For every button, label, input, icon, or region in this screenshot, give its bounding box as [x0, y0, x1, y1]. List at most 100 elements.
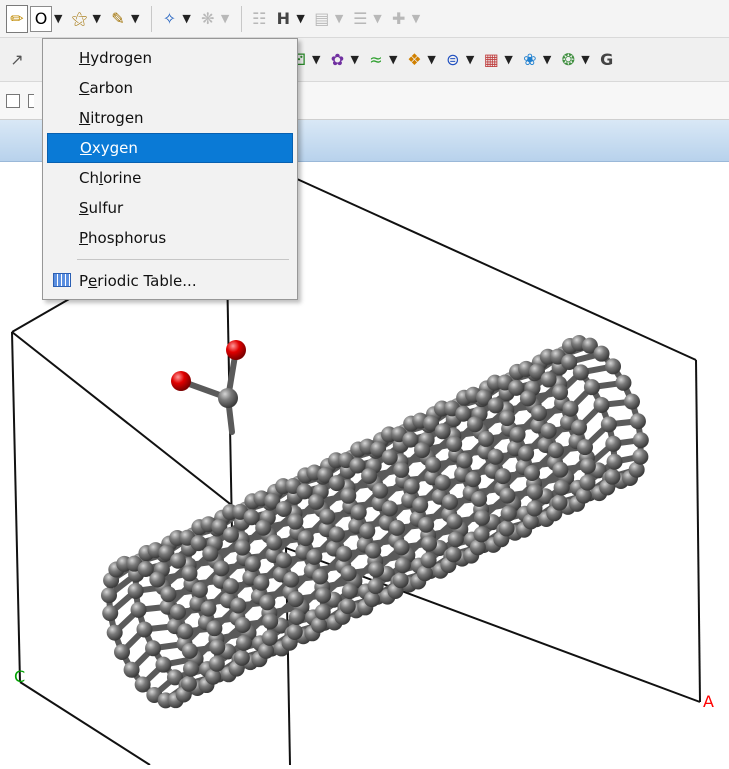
- view-checkbox-2[interactable]: [28, 94, 34, 108]
- build-nanostructure-icon[interactable]: ❀: [519, 46, 541, 74]
- carbon-atom[interactable]: [124, 662, 140, 678]
- sketch-ring-dropdown-arrow[interactable]: ▼: [92, 12, 100, 25]
- carbon-atom[interactable]: [633, 432, 649, 448]
- carbon-atom[interactable]: [421, 552, 437, 568]
- carbon-atom[interactable]: [361, 468, 377, 484]
- carbon-atom[interactable]: [209, 639, 225, 655]
- carbon-atom[interactable]: [394, 539, 410, 555]
- carbon-atom[interactable]: [223, 527, 239, 543]
- carbon-atom[interactable]: [236, 635, 252, 651]
- carbon-atom[interactable]: [230, 598, 246, 614]
- carbon-atom[interactable]: [266, 534, 282, 550]
- carbon-atom[interactable]: [206, 620, 222, 636]
- carbon-atom[interactable]: [577, 439, 593, 455]
- carbon-atom[interactable]: [584, 379, 600, 395]
- carbon-atom[interactable]: [531, 405, 547, 421]
- carbon-atom[interactable]: [262, 613, 278, 629]
- carbon-atom[interactable]: [389, 520, 405, 536]
- element-dropdown-arrow[interactable]: ▼: [54, 12, 62, 25]
- carbon-atom[interactable]: [580, 458, 596, 474]
- align-dropdown-arrow[interactable]: ▼: [335, 12, 343, 25]
- carbon-atom[interactable]: [276, 552, 292, 568]
- carbon-atom[interactable]: [548, 442, 564, 458]
- carbon-atom[interactable]: [192, 582, 208, 598]
- carbon-atom[interactable]: [601, 416, 617, 432]
- carbon-atom[interactable]: [471, 491, 487, 507]
- carbon-atom[interactable]: [527, 484, 543, 500]
- carbon-atom[interactable]: [368, 578, 384, 594]
- build-layer-dropdown-arrow[interactable]: ▼: [389, 53, 397, 66]
- build-amorphous-icon[interactable]: ❂: [557, 46, 579, 74]
- carbon-atom[interactable]: [283, 572, 299, 588]
- carbon-atom[interactable]: [234, 650, 250, 666]
- menu-item-oxygen[interactable]: Oxygen: [47, 133, 293, 163]
- carbon-atom[interactable]: [541, 423, 557, 439]
- build-cluster-dropdown-arrow[interactable]: ▼: [427, 53, 435, 66]
- element-selector-button[interactable]: O: [30, 6, 52, 32]
- carbon-atom[interactable]: [160, 586, 176, 602]
- menu-item-periodic-table[interactable]: Periodic Table...: [47, 266, 293, 296]
- carbon-atom[interactable]: [541, 372, 557, 388]
- carbon-atom[interactable]: [287, 514, 303, 530]
- carbon-atom[interactable]: [145, 640, 161, 656]
- carboxyl-carbon-atom[interactable]: [218, 388, 238, 408]
- carbon-atom[interactable]: [571, 419, 587, 435]
- distribute-icon[interactable]: ☰: [349, 5, 371, 33]
- carbon-atom[interactable]: [552, 384, 568, 400]
- carbon-atom[interactable]: [276, 501, 292, 517]
- build-supercell-icon[interactable]: ▦: [480, 46, 502, 74]
- carbon-atom[interactable]: [510, 427, 526, 443]
- carbon-atom[interactable]: [552, 462, 568, 478]
- carbon-atom[interactable]: [594, 346, 610, 362]
- hybridization-icon[interactable]: ☷: [248, 5, 270, 33]
- menu-item-phosphorus[interactable]: Phosphorus: [47, 223, 293, 253]
- menu-item-nitrogen[interactable]: Nitrogen: [47, 103, 293, 133]
- carbon-atom[interactable]: [448, 531, 464, 547]
- build-crystal-dropdown-arrow[interactable]: ▼: [312, 53, 320, 66]
- build-supercell-dropdown-arrow[interactable]: ▼: [504, 53, 512, 66]
- carbon-atom[interactable]: [446, 436, 462, 452]
- build-polymer-icon[interactable]: ✿: [326, 46, 348, 74]
- carbon-atom[interactable]: [418, 517, 434, 533]
- select-pointer-icon[interactable]: ↗: [6, 46, 28, 74]
- carbon-atom[interactable]: [382, 449, 398, 465]
- build-polymer-dropdown-arrow[interactable]: ▼: [350, 53, 358, 66]
- carbon-atom[interactable]: [315, 604, 331, 620]
- carbon-atom[interactable]: [412, 497, 428, 513]
- adjust-hydrogen-icon[interactable]: H: [272, 5, 294, 33]
- carbon-atom[interactable]: [319, 509, 335, 525]
- menu-item-sulfur[interactable]: Sulfur: [47, 193, 293, 223]
- carbon-atom[interactable]: [372, 483, 388, 499]
- carbon-atom[interactable]: [524, 465, 540, 481]
- carbon-atom[interactable]: [478, 431, 494, 447]
- carbon-atom[interactable]: [552, 495, 568, 511]
- carbon-atom[interactable]: [368, 562, 384, 578]
- build-amorphous-dropdown-arrow[interactable]: ▼: [581, 53, 589, 66]
- carbon-atom[interactable]: [306, 549, 322, 565]
- carbon-atom[interactable]: [520, 390, 536, 406]
- carbon-atom[interactable]: [467, 416, 483, 432]
- clean-geometry-icon[interactable]: ✧: [158, 5, 180, 33]
- carbon-atom[interactable]: [107, 625, 123, 641]
- carbon-atom[interactable]: [435, 475, 451, 491]
- carbon-atom[interactable]: [414, 442, 430, 458]
- carbon-atom[interactable]: [200, 601, 216, 617]
- carbon-atom[interactable]: [234, 540, 250, 556]
- carbon-atom[interactable]: [181, 676, 197, 692]
- carbon-atom[interactable]: [340, 598, 356, 614]
- carbon-atom[interactable]: [607, 454, 623, 470]
- carbon-atom[interactable]: [182, 643, 198, 659]
- carbon-atom[interactable]: [155, 657, 171, 673]
- carbon-atom[interactable]: [329, 526, 345, 542]
- carbon-atom[interactable]: [253, 575, 269, 591]
- carbon-atom[interactable]: [149, 571, 165, 587]
- carbon-atom[interactable]: [563, 401, 579, 417]
- measure-icon[interactable]: ✚: [388, 5, 410, 33]
- carbon-atom[interactable]: [442, 494, 458, 510]
- build-nanostructure-dropdown-arrow[interactable]: ▼: [543, 53, 551, 66]
- carbon-atom[interactable]: [615, 375, 631, 391]
- carbon-atom[interactable]: [554, 480, 570, 496]
- carbon-atom[interactable]: [573, 364, 589, 380]
- carbon-atom[interactable]: [128, 583, 144, 599]
- oxygen-atom[interactable]: [171, 371, 191, 391]
